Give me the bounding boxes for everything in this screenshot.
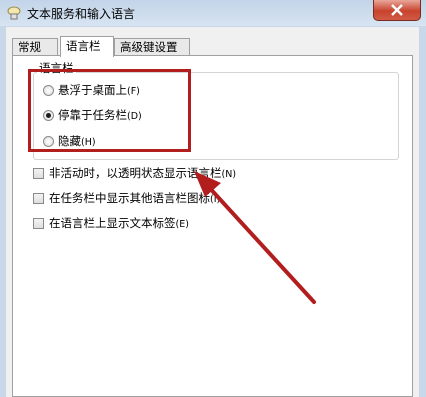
tab-language-bar[interactable]: 语言栏 [60, 36, 114, 57]
annotation-arrow-icon [194, 171, 316, 304]
